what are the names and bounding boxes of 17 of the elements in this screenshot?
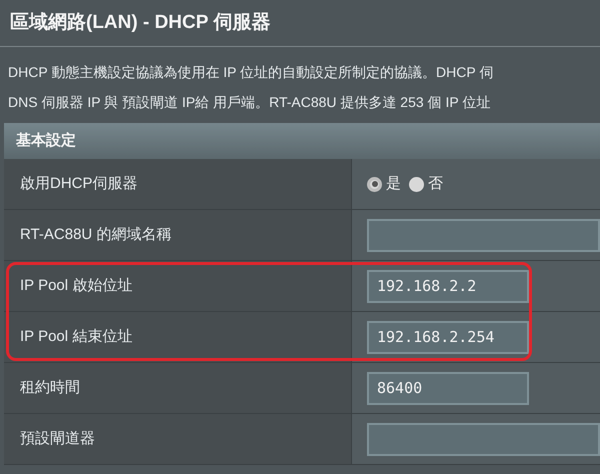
- text-field[interactable]: [367, 422, 600, 456]
- field-label: RT-AC88U 的網域名稱: [20, 224, 172, 245]
- text-field[interactable]: 86400: [367, 372, 529, 404]
- description-text: DHCP 動態主機設定協議為使用在 IP 位址的自動設定所制定的協議。DHCP 伺: [8, 63, 494, 82]
- text-field[interactable]: 192.168.2.254: [367, 320, 529, 354]
- field-label: IP Pool 結束位址: [20, 326, 132, 347]
- page-title: 區域網路(LAN) - DHCP 伺服器: [10, 10, 270, 35]
- radio-option[interactable]: 是: [367, 172, 401, 196]
- field-label: 租約時間: [20, 378, 80, 398]
- text-field[interactable]: [367, 218, 600, 252]
- field-label: 預設閘道器: [20, 428, 95, 449]
- description-text: DNS 伺服器 IP 與 預設閘道 IP給 用戶端。RT-AC88U 提供多達 253 個 IP 位址: [8, 93, 492, 112]
- field-label: IP Pool 啟始位址: [20, 276, 132, 296]
- section-header: 基本設定: [4, 123, 600, 159]
- field-label: 啟用DHCP伺服器: [20, 174, 138, 194]
- radio-option[interactable]: 否: [409, 172, 443, 196]
- text-field[interactable]: 192.168.2.2: [367, 270, 529, 302]
